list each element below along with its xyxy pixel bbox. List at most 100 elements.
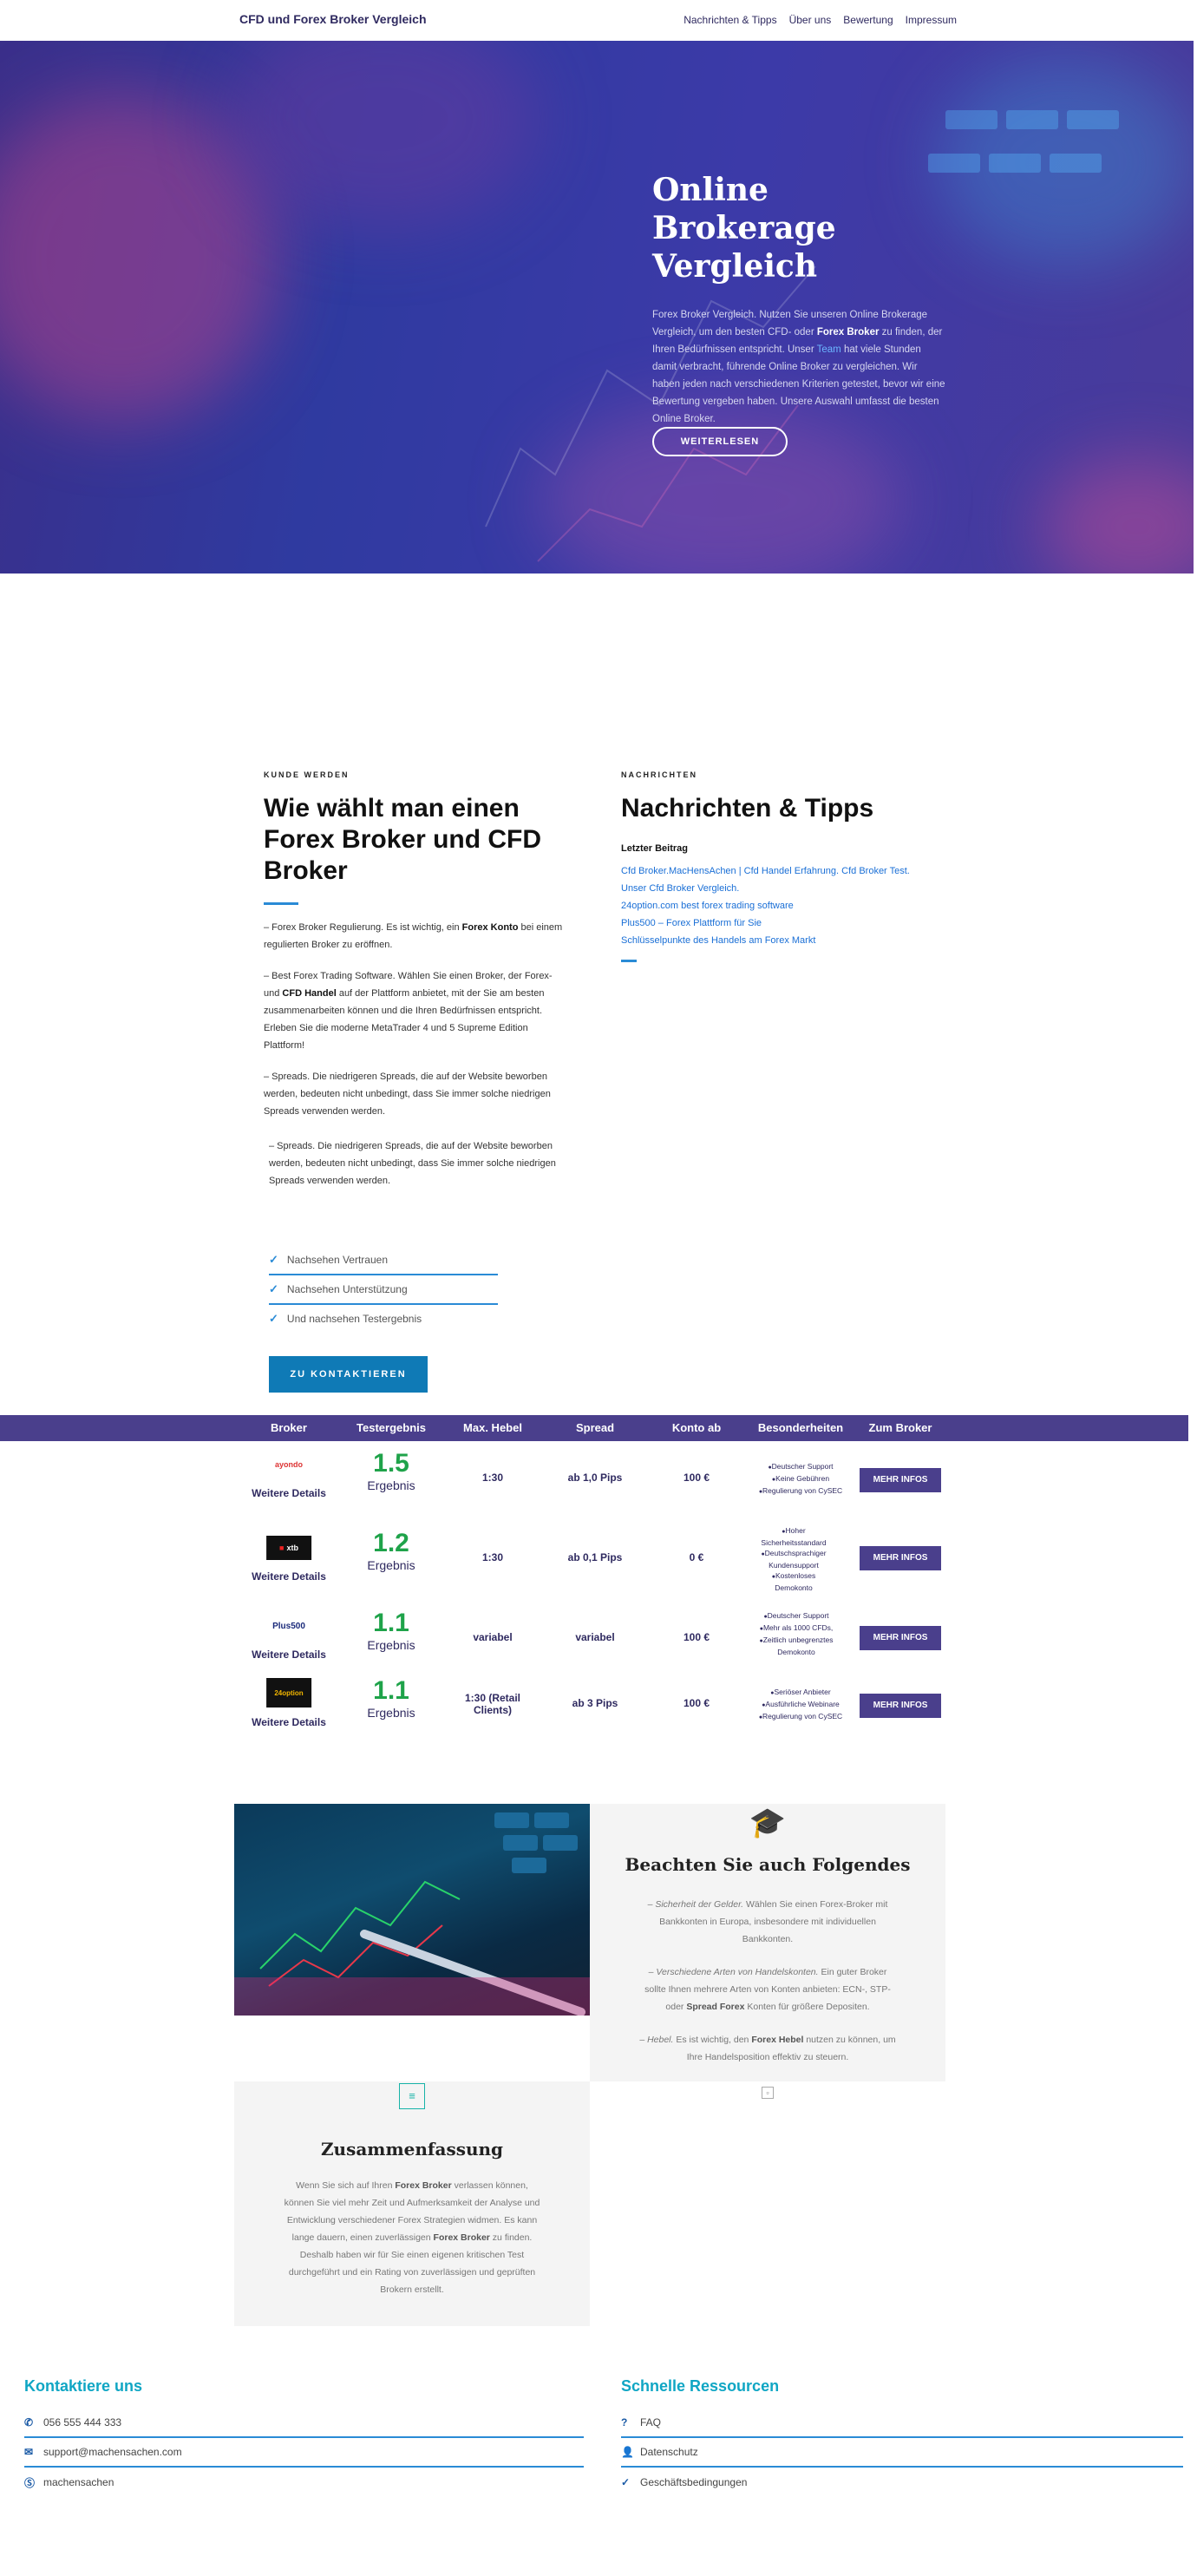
beachten-text-2: – Verschiedene Arten von Handelskonten. … bbox=[590, 1963, 945, 2016]
beachten-title: Beachten Sie auch Folgendes bbox=[625, 1854, 911, 1875]
text-italic: Verschiedene Arten von Handelskonten. bbox=[656, 1967, 819, 1977]
weitere-details-link[interactable]: Weitere Details bbox=[252, 1570, 326, 1583]
paragraph-spreads-2: – Spreads. Die niedrigeren Spreads, die … bbox=[269, 1141, 556, 1186]
weitere-details-link[interactable]: Weitere Details bbox=[252, 1716, 326, 1728]
feature-item: Hoher Sicherheitsstandard bbox=[752, 1525, 835, 1548]
zusammenfassung-box: ≡ Zusammenfassung Wenn Sie sich auf Ihre… bbox=[234, 2081, 590, 2326]
text-bold: Forex Hebel bbox=[751, 2035, 804, 2045]
news-link[interactable]: Schlüsselpunkte des Handels am Forex Mar… bbox=[621, 932, 933, 949]
section-kicker: KUNDE WERDEN bbox=[264, 770, 350, 779]
score-cell: 1.2 Ergebnis bbox=[367, 1529, 415, 1572]
summary-title: Zusammenfassung bbox=[320, 2139, 504, 2160]
nav-item-nachrichten[interactable]: Nachrichten & Tipps bbox=[684, 14, 776, 26]
weitere-details-link[interactable]: Weitere Details bbox=[252, 1487, 326, 1499]
nav-item-impressum[interactable]: Impressum bbox=[906, 14, 957, 26]
mehr-infos-button[interactable]: MEHR INFOS bbox=[860, 1468, 941, 1492]
team-link[interactable]: Team bbox=[817, 344, 841, 355]
footer-email-row: ✉ support@machensachen.com bbox=[24, 2438, 584, 2468]
broker-cell: Plus500 Weitere Details bbox=[252, 1614, 326, 1662]
text: – bbox=[639, 2035, 648, 2045]
weitere-details-link[interactable]: Weitere Details bbox=[252, 1649, 326, 1661]
nav-item-ueber-uns[interactable]: Über uns bbox=[789, 14, 832, 26]
broker-logo[interactable]: ■ xtb bbox=[265, 1536, 311, 1560]
mehr-infos-button[interactable]: MEHR INFOS bbox=[860, 1546, 941, 1570]
text-bold: Forex Broker bbox=[433, 2232, 490, 2243]
hero-description: Forex Broker Vergleich. Nutzen Sie unser… bbox=[652, 306, 947, 428]
hero-text: Online Brokerage Vergleich Forex Broker … bbox=[652, 171, 947, 428]
broker-logo[interactable]: ayondo bbox=[265, 1452, 313, 1477]
terms-link[interactable]: Geschäftsbedingungen bbox=[640, 2476, 747, 2488]
nav-item-bewertung[interactable]: Bewertung bbox=[843, 14, 893, 26]
news-link[interactable]: Unser Cfd Broker Vergleich. bbox=[621, 880, 933, 897]
feature-item: Seriöser Anbieter bbox=[759, 1687, 842, 1699]
hero-title: Online Brokerage Vergleich bbox=[652, 172, 836, 285]
mehr-infos-button[interactable]: MEHR INFOS bbox=[860, 1694, 941, 1718]
broker-cell: 24option Weitere Details bbox=[252, 1678, 326, 1728]
top-bar: CFD und Forex Broker Vergleich Nachricht… bbox=[0, 0, 1197, 41]
score-cell: 1.1 Ergebnis bbox=[367, 1676, 415, 1720]
table-row: ayondo Weitere Details 1.5 Ergebnis 1:30… bbox=[0, 1445, 1188, 1515]
text: – Forex Broker Regulierung. Es ist wicht… bbox=[264, 922, 462, 933]
text: Es ist wichtig, den bbox=[673, 2035, 752, 2045]
beachten-text-3: – Hebel. Es ist wichtig, den Forex Hebel… bbox=[590, 2031, 945, 2066]
score-value: 1.1 bbox=[373, 1676, 409, 1705]
feature-item: Kostenloses Demokonto bbox=[752, 1570, 835, 1593]
check-icon: ✓ bbox=[269, 1282, 278, 1295]
check-icon: ✓ bbox=[621, 2476, 631, 2488]
hebel-value: 1:30 (Retail Clients) bbox=[464, 1692, 521, 1716]
feature-item: Deutscher Support bbox=[759, 1461, 842, 1473]
feature-item: Regulierung von CySEC bbox=[759, 1711, 842, 1723]
text: Wenn Sie sich auf Ihren bbox=[296, 2180, 396, 2191]
text-bold: Forex Broker bbox=[395, 2180, 452, 2191]
faq-link[interactable]: FAQ bbox=[640, 2416, 661, 2429]
email-link[interactable]: support@machensachen.com bbox=[43, 2446, 182, 2458]
hero-desc-text: hat viele Stunden damit verbracht, führe… bbox=[652, 344, 945, 424]
konto-value: 100 € bbox=[683, 1631, 710, 1643]
paragraph-regulierung: – Forex Broker Regulierung. Es ist wicht… bbox=[264, 919, 567, 954]
broker-logo[interactable]: Plus500 bbox=[265, 1614, 313, 1638]
news-link[interactable]: Plus500 – Forex Plattform für Sie bbox=[621, 914, 933, 932]
hebel-value: 1:30 bbox=[481, 1551, 504, 1563]
footer-faq-row: ? FAQ bbox=[621, 2409, 1183, 2438]
news-link[interactable]: Cfd Broker.MacHensAchen | Cfd Handel Erf… bbox=[621, 862, 933, 880]
score-cell: 1.1 Ergebnis bbox=[367, 1609, 415, 1652]
footer-terms-row: ✓ Geschäftsbedingungen bbox=[621, 2468, 1183, 2497]
site-title[interactable]: CFD und Forex Broker Vergleich bbox=[239, 12, 427, 26]
table-row: 24option Weitere Details 1.1 Ergebnis 1:… bbox=[0, 1676, 1188, 1746]
footer-skype-row: Ⓢmachensachen bbox=[24, 2468, 584, 2497]
check-icon: ✓ bbox=[269, 1312, 278, 1325]
broker-logo[interactable]: 24option bbox=[265, 1678, 311, 1708]
score-cell: 1.5 Ergebnis bbox=[367, 1449, 415, 1492]
skype-icon: Ⓢ bbox=[24, 2476, 36, 2489]
col-header-broker: Broker bbox=[271, 1421, 307, 1434]
phone-text[interactable]: 056 555 444 333 bbox=[43, 2416, 121, 2429]
check-label: Nachsehen Vertrauen bbox=[286, 1254, 388, 1266]
feature-item: Keine Gebühren bbox=[759, 1473, 842, 1485]
hebel-value: 1:30 bbox=[481, 1472, 504, 1484]
broken-image-icon: ▫ bbox=[762, 2087, 774, 2099]
nachrichten-section: NACHRICHTEN Nachrichten & Tipps Letzter … bbox=[621, 770, 933, 962]
spread-value: variabel bbox=[575, 1631, 615, 1643]
footer-contact-title: Kontaktiere uns bbox=[24, 2377, 143, 2395]
footer-phone-row: ✆ 056 555 444 333 bbox=[24, 2409, 584, 2438]
zu-kontaktieren-button[interactable]: ZU KONTAKTIEREN bbox=[269, 1356, 428, 1393]
check-label: Und nachsehen Testergebnis bbox=[286, 1313, 422, 1325]
weiterlesen-button[interactable]: WEITERLESEN bbox=[652, 427, 788, 456]
trading-photo-art bbox=[234, 1812, 590, 2016]
footer-resources-title: Schnelle Ressourcen bbox=[621, 2377, 780, 2395]
summary-icon: ≡ bbox=[399, 2083, 425, 2109]
score-label: Ergebnis bbox=[367, 1638, 415, 1652]
hero-section: Online Brokerage Vergleich Forex Broker … bbox=[0, 41, 1194, 574]
score-value: 1.2 bbox=[373, 1529, 409, 1557]
hebel-value: variabel bbox=[473, 1631, 513, 1643]
table-row: ■ xtb Weitere Details 1.2 Ergebnis 1:30 a… bbox=[0, 1525, 1188, 1595]
news-link[interactable]: 24option.com best forex trading software bbox=[621, 897, 933, 914]
privacy-link[interactable]: Datenschutz bbox=[640, 2446, 698, 2458]
accent-divider bbox=[621, 960, 637, 962]
section-kicker: NACHRICHTEN bbox=[621, 770, 697, 779]
score-value: 1.5 bbox=[373, 1449, 409, 1478]
checklist: ✓ Nachsehen Vertrauen ✓ Nachsehen Unterstü… bbox=[269, 1246, 498, 1334]
mehr-infos-button[interactable]: MEHR INFOS bbox=[860, 1626, 941, 1650]
skype-link[interactable]: machensachen bbox=[43, 2476, 114, 2488]
feature-item: Zeitlich unbegrenztes Demokonto bbox=[751, 1635, 841, 1657]
